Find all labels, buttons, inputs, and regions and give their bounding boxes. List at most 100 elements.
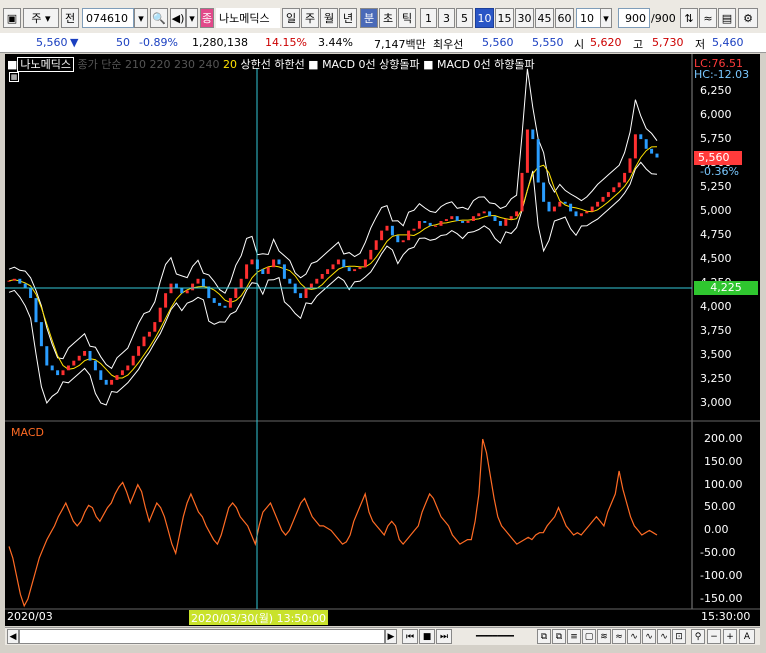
price-candle: [234, 288, 238, 298]
crosshair-date-tag: 2020/03/30(월) 13:50:00: [189, 610, 329, 625]
price-candle: [12, 278, 16, 281]
price-candle: [164, 293, 168, 308]
count-input[interactable]: 10: [576, 8, 602, 28]
chart-canvas[interactable]: [5, 54, 760, 626]
macd-tick-label: 0.00: [704, 523, 729, 537]
scroll-right-icon[interactable]: ▶: [385, 629, 397, 644]
stock-name-field: 나노메딕스: [216, 8, 280, 28]
minute-10-button[interactable]: 10: [475, 8, 494, 28]
price-tick-label: 3,750: [700, 324, 732, 337]
tab-minute[interactable]: 분: [360, 8, 378, 28]
price-tick-label: 5,250: [700, 180, 732, 193]
price-candle: [88, 351, 92, 361]
stop-icon[interactable]: ■: [419, 629, 435, 644]
open-price: 5,620: [590, 36, 622, 49]
tab-week[interactable]: 주: [301, 8, 319, 28]
tab-second[interactable]: 초: [379, 8, 397, 28]
minute-5-button[interactable]: 5: [456, 8, 473, 28]
tool-icon-7[interactable]: ∿: [627, 629, 641, 644]
font-size-icon[interactable]: A: [739, 629, 755, 644]
price-candle: [304, 288, 308, 298]
tab-year[interactable]: 년: [339, 8, 357, 28]
price-candle: [579, 213, 583, 217]
minute-60-button[interactable]: 60: [555, 8, 574, 28]
tool-icon-2[interactable]: ⧉: [552, 629, 566, 644]
best-bid: 5,550: [532, 36, 564, 49]
tool-icon-1[interactable]: ⧉: [537, 629, 551, 644]
gear-icon[interactable]: ⚙: [738, 8, 758, 28]
tool-icon-4[interactable]: ▢: [582, 629, 596, 644]
window-icon[interactable]: ▣: [3, 8, 21, 28]
scroll-track[interactable]: [19, 629, 385, 644]
tool-icon-5[interactable]: ≋: [597, 629, 611, 644]
price-candle: [515, 211, 519, 217]
price-candle: [191, 283, 195, 291]
minute-3-button[interactable]: 3: [438, 8, 455, 28]
price-candle: [417, 221, 421, 229]
tab-minute-label: 분: [363, 12, 375, 25]
volume-ratio: 14.15%: [265, 36, 307, 49]
tab-month[interactable]: 월: [320, 8, 338, 28]
price-candle: [358, 267, 362, 270]
tab-day[interactable]: 일: [282, 8, 300, 28]
down-arrow-icon: ▼: [70, 36, 79, 49]
tool-icon-9[interactable]: ∿: [657, 629, 671, 644]
price-candle: [563, 201, 567, 204]
prev-button[interactable]: 전: [61, 8, 79, 28]
code-input[interactable]: 074610: [82, 8, 134, 28]
grid-toggle-icon[interactable]: ▦: [9, 72, 19, 82]
scroll-left-icon[interactable]: ◀: [7, 629, 19, 644]
price-candle: [245, 264, 249, 279]
save-icon[interactable]: ▤: [718, 8, 736, 28]
search-icon[interactable]: 🔍: [150, 8, 168, 28]
plus-icon[interactable]: +: [723, 629, 737, 644]
chart-settings-icon[interactable]: ≈: [699, 8, 717, 28]
macd-tick-label: -150.00: [700, 591, 743, 605]
price-candle: [455, 216, 459, 221]
tool-icon-10[interactable]: ⊡: [672, 629, 686, 644]
minute-15-button[interactable]: 15: [495, 8, 514, 28]
macd-line: [8, 438, 658, 608]
stock-name: 나노메딕스: [219, 12, 270, 25]
order-icon[interactable]: ⇅: [680, 8, 698, 28]
zoom-out-icon[interactable]: ⚲: [691, 629, 705, 644]
high-label: 고: [633, 38, 644, 51]
price-change-pct: -0.89%: [139, 36, 178, 49]
price-candle: [147, 331, 151, 337]
speaker-dropdown-icon[interactable]: ▾: [186, 8, 198, 28]
market-select[interactable]: 주 ▾: [23, 8, 59, 28]
tab-year-label: 년: [342, 12, 354, 25]
low-label: 저: [695, 38, 706, 51]
tab-tick[interactable]: 틱: [398, 8, 416, 28]
minute-30-button[interactable]: 30: [515, 8, 534, 28]
price-change: 50: [116, 36, 130, 49]
minus-icon[interactable]: −: [707, 629, 721, 644]
price-candle: [434, 225, 438, 227]
zoom-slider[interactable]: ━━━━━━━: [455, 629, 535, 644]
current-price: 5,560: [36, 36, 68, 49]
minute-45-label: 45: [537, 11, 552, 25]
price-candle: [633, 134, 637, 159]
minute-45-button[interactable]: 45: [535, 8, 554, 28]
tool-icon-6[interactable]: ≈: [612, 629, 626, 644]
macd-tick-label: -50.00: [700, 546, 736, 559]
price-candle: [93, 360, 97, 371]
range-input[interactable]: 900: [618, 8, 650, 28]
price-candle: [180, 288, 184, 294]
last-page-icon[interactable]: ⏭: [436, 629, 452, 644]
tool-icon-3[interactable]: ≡: [567, 629, 581, 644]
tool-icon-8[interactable]: ∿: [642, 629, 656, 644]
price-candle: [552, 206, 556, 212]
minute-1-button[interactable]: 1: [420, 8, 437, 28]
code-value: 074610: [86, 11, 128, 25]
price-tick-label: 4,000: [700, 300, 732, 313]
first-page-icon[interactable]: ⏮: [402, 629, 418, 644]
count-dropdown-icon[interactable]: ▾: [600, 8, 612, 28]
price-candle: [315, 278, 319, 284]
chart-area[interactable]: ■ 나노메딕스 종가 단순 210 220 230 240 20 상한선 하한선 …: [5, 54, 760, 626]
code-dropdown-icon[interactable]: ▾: [134, 8, 148, 28]
speaker-icon[interactable]: ◀): [170, 8, 186, 28]
legend-rest: 상한선 하한선 ■ MACD 0선 상향돌파 ■ MACD 0선 하향돌파: [240, 58, 535, 71]
price-candle: [509, 216, 513, 220]
tab-day-label: 일: [285, 12, 297, 25]
